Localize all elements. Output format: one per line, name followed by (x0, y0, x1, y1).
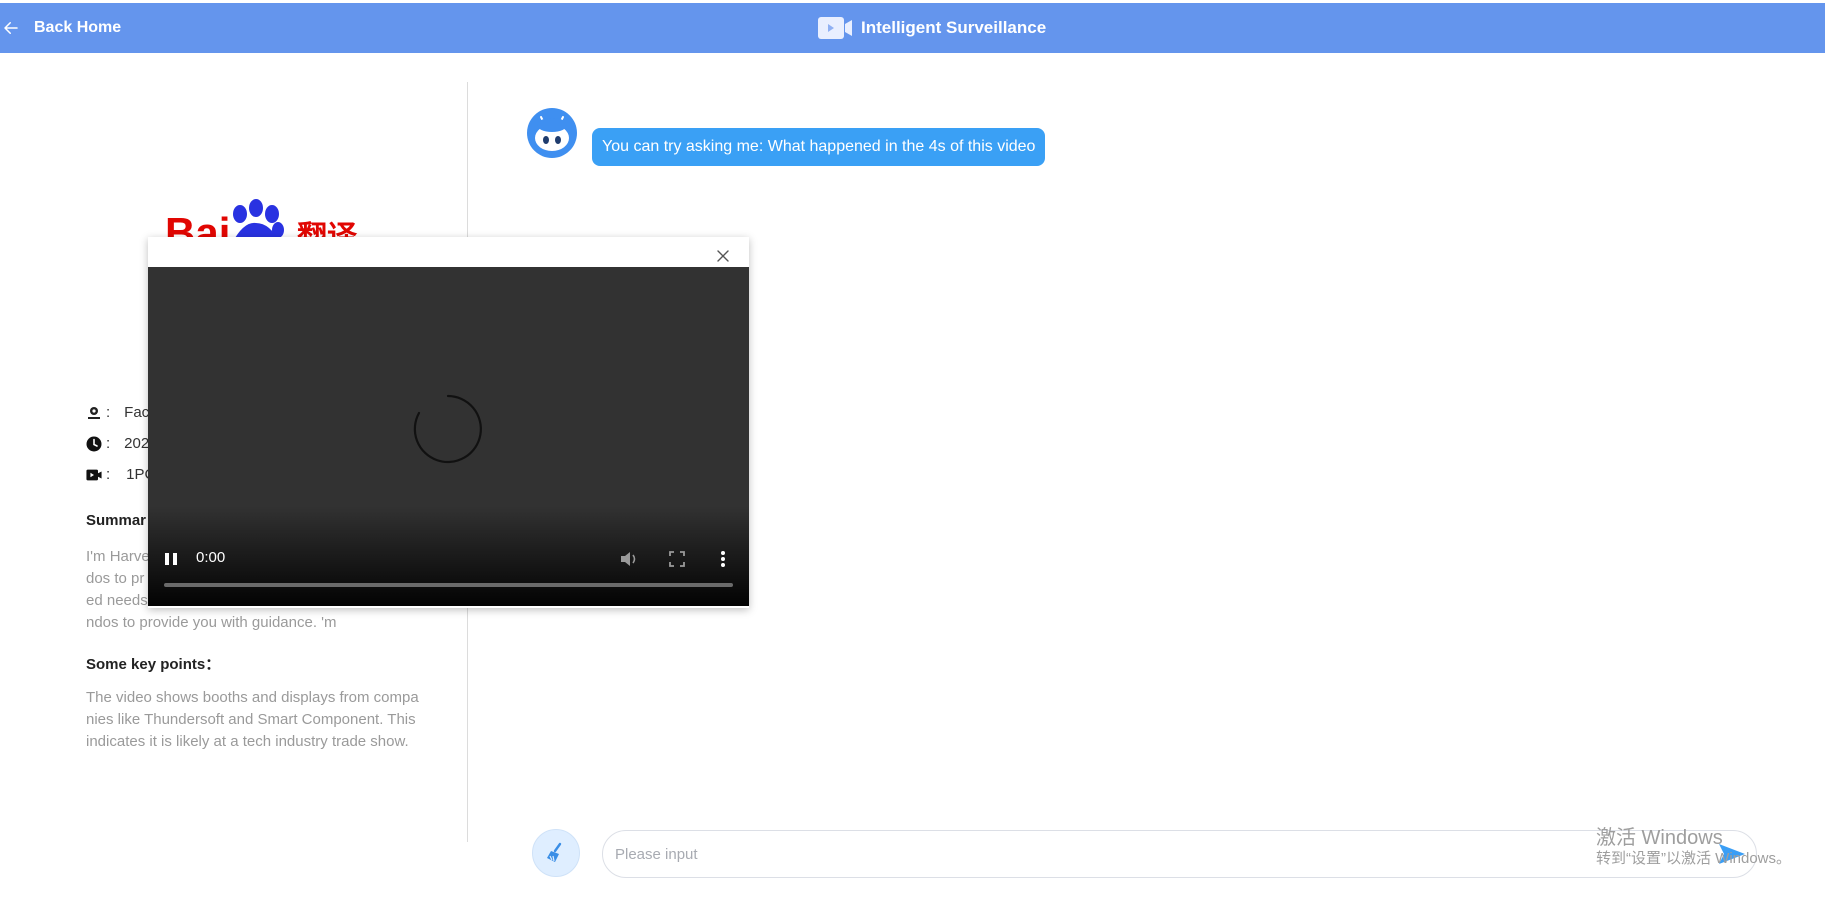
key-points-line: nies like Thundersoft and Smart Componen… (86, 711, 416, 728)
info-row-time: : 2023 (86, 435, 158, 452)
top-bar: Back Home Intelligent Surveillance (0, 3, 1825, 53)
back-home-label: Back Home (34, 19, 122, 36)
info-row-location: : Fact (86, 404, 153, 421)
summary-title: Summar (86, 512, 147, 529)
info-colon: : (106, 466, 111, 483)
video-modal: 0:00 (148, 237, 749, 608)
send-icon[interactable] (1717, 842, 1747, 866)
info-row-device: : 1PC (86, 466, 155, 483)
video-camera-icon (818, 17, 852, 39)
info-colon: : (106, 404, 111, 421)
key-points-text: The video shows booths and displays from… (86, 687, 446, 753)
video-controls-shade (148, 506, 749, 606)
chat-input[interactable] (602, 830, 1757, 878)
back-home-button[interactable]: Back Home (2, 3, 121, 53)
video-camera-icon (86, 469, 102, 480)
fullscreen-icon[interactable] (668, 550, 686, 568)
info-colon: : (106, 435, 111, 452)
location-person-icon (88, 406, 100, 419)
clear-chat-button[interactable] (532, 829, 580, 877)
key-points-title: Some key points： (86, 656, 221, 673)
key-points-line: indicates it is likely at a tech industr… (86, 733, 409, 750)
arrow-left-icon (4, 22, 18, 34)
bot-message-bubble: You can try asking me: What happened in … (592, 128, 1046, 166)
video-player[interactable]: 0:00 (148, 267, 749, 606)
pause-icon[interactable] (162, 550, 180, 568)
key-points-line: The video shows booths and displays from… (86, 689, 419, 706)
video-progress-bar[interactable] (164, 583, 733, 587)
close-icon[interactable] (712, 245, 734, 267)
more-options-icon[interactable] (716, 549, 730, 569)
broom-icon (547, 842, 562, 862)
robot-avatar (527, 108, 577, 158)
volume-icon[interactable] (619, 550, 639, 568)
summary-line: ndos to provide you with guidance. 'm (86, 614, 337, 631)
video-time: 0:00 (196, 549, 226, 566)
loading-spinner-icon (413, 394, 482, 464)
clock-icon (86, 436, 102, 451)
page-title-group: Intelligent Surveillance (817, 3, 1046, 53)
page-title: Intelligent Surveillance (861, 18, 1047, 37)
